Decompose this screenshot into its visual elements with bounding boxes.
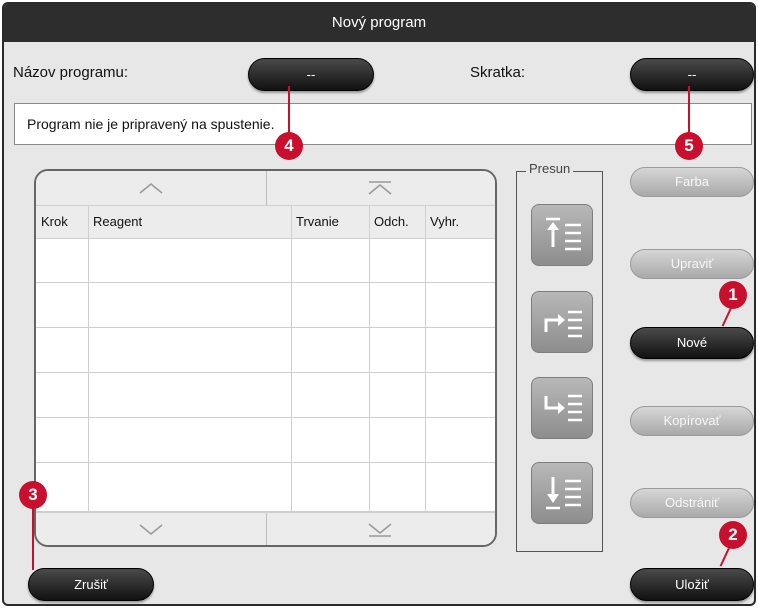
move-to-top-button[interactable] <box>531 204 593 266</box>
move-down-icon <box>544 394 582 422</box>
copy-button[interactable]: Kopírovať <box>630 406 754 436</box>
col-header-trvanie: Trvanie <box>296 214 339 229</box>
color-button[interactable]: Farba <box>630 167 754 197</box>
table-bottom-nav <box>36 512 496 545</box>
move-panel-label: Presun <box>526 161 574 176</box>
callout-3-line <box>32 508 34 570</box>
scroll-up-button[interactable] <box>36 171 266 205</box>
program-name-label: Názov programu: <box>13 64 129 81</box>
table-row[interactable] <box>36 463 495 512</box>
callout-2: 2 <box>719 521 747 549</box>
program-name-button[interactable]: -- <box>248 58 374 91</box>
scroll-down-button[interactable] <box>36 513 266 545</box>
callout-5-line <box>688 86 690 134</box>
callout-4-line <box>288 86 290 134</box>
abbreviation-button[interactable]: -- <box>630 58 754 91</box>
program-steps-table: Krok Reagent Trvanie Odch. Vyhr. <box>34 169 497 547</box>
callout-1: 1 <box>719 281 747 309</box>
callout-3: 3 <box>19 481 47 509</box>
move-to-bottom-button[interactable] <box>531 462 593 524</box>
new-program-dialog: Nový program Názov programu: -- Skratka:… <box>2 2 756 606</box>
edit-button[interactable]: Upraviť <box>630 249 754 279</box>
col-header-reagent: Reagent <box>93 214 143 229</box>
move-to-bottom-icon <box>546 477 581 510</box>
double-chevron-up-icon <box>368 181 392 195</box>
col-header-vyhr: Vyhr. <box>430 214 460 229</box>
abbreviation-label: Skratka: <box>470 64 526 81</box>
chevron-up-icon <box>139 182 163 194</box>
move-down-button[interactable] <box>531 377 593 439</box>
double-chevron-down-icon <box>368 523 392 537</box>
chevron-down-icon <box>139 524 163 536</box>
delete-button[interactable]: Odstrániť <box>630 488 754 518</box>
cancel-button[interactable]: Zrušiť <box>28 568 154 601</box>
table-top-nav <box>36 171 495 205</box>
status-message: Program nie je pripravený na spustenie. <box>14 103 752 145</box>
col-header-krok: Krok <box>41 214 68 229</box>
move-up-icon <box>544 310 582 338</box>
move-to-top-icon <box>546 217 581 251</box>
table-row[interactable] <box>36 283 495 328</box>
table-row[interactable] <box>36 373 495 418</box>
table-header: Krok Reagent Trvanie Odch. Vyhr. <box>36 205 495 239</box>
table-row[interactable] <box>36 238 495 283</box>
table-row[interactable] <box>36 418 495 463</box>
scroll-top-button[interactable] <box>266 171 496 205</box>
callout-5: 5 <box>675 132 703 160</box>
window-title: Nový program <box>4 4 754 42</box>
save-button[interactable]: Uložiť <box>630 568 754 601</box>
callout-4: 4 <box>275 132 303 160</box>
new-button[interactable]: Nové <box>630 327 754 359</box>
move-up-button[interactable] <box>531 291 593 353</box>
col-header-odch: Odch. <box>374 214 409 229</box>
scroll-bottom-button[interactable] <box>266 513 496 545</box>
table-row[interactable] <box>36 328 495 373</box>
